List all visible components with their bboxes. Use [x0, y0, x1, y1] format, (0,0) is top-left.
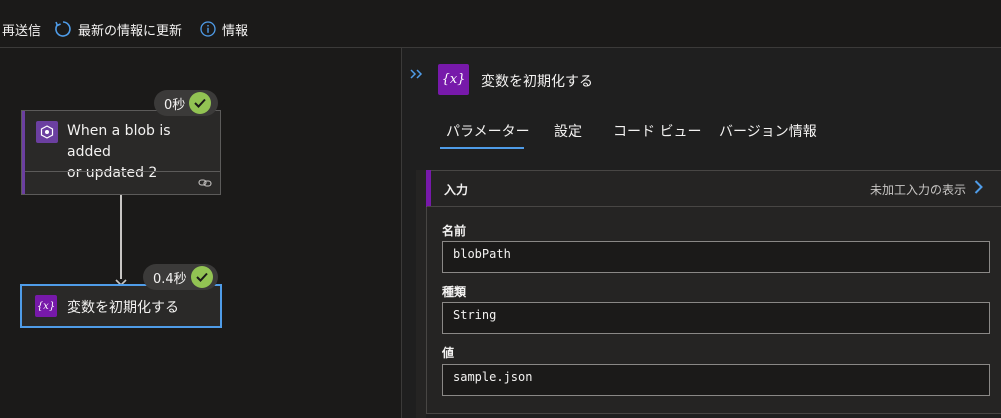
field-value-name[interactable]: blobPath — [442, 241, 990, 273]
variable-icon: {x} — [35, 295, 57, 317]
action-title: 変数を初期化する — [67, 300, 179, 316]
panel-title: 変数を初期化する — [481, 74, 593, 90]
field-label-value: 値 — [442, 346, 455, 360]
collapse-panel-icon[interactable] — [409, 68, 423, 84]
action-duration-badge: 0.4秒 — [143, 264, 218, 290]
trigger-duration: 0秒 — [164, 97, 186, 113]
info-button[interactable]: 情報 — [200, 19, 248, 39]
inputs-accent-bar — [426, 170, 431, 207]
tab-version-info[interactable]: バージョン情報 — [719, 121, 817, 141]
chevron-right-icon — [974, 180, 983, 198]
tab-parameters[interactable]: パラメーター — [446, 121, 530, 141]
show-raw-inputs-label: 未加工入力の表示 — [870, 182, 967, 197]
trigger-divider — [25, 171, 220, 172]
refresh-label: 最新の情報に更新 — [78, 23, 183, 39]
inputs-header-divider — [427, 206, 1001, 207]
resend-button[interactable]: 再送信 — [2, 19, 41, 39]
info-label: 情報 — [222, 23, 249, 39]
field-label-name: 名前 — [442, 224, 467, 238]
action-duration: 0.4秒 — [153, 271, 187, 287]
field-label-type: 種類 — [442, 285, 467, 299]
panel-variable-icon: {x} — [438, 64, 469, 95]
inputs-header-title: 入力 — [444, 183, 469, 197]
trigger-title-line2: or updated 2 — [67, 165, 158, 181]
link-icon[interactable] — [198, 177, 212, 193]
resend-label: 再送信 — [2, 23, 42, 39]
refresh-icon — [54, 20, 72, 38]
success-check-icon — [189, 92, 212, 114]
trigger-title-line1: When a blob is added — [67, 123, 171, 160]
field-value-value[interactable]: sample.json — [442, 364, 990, 396]
action-card[interactable]: {x} 変数を初期化する — [20, 284, 222, 328]
trigger-duration-badge: 0秒 — [154, 90, 218, 116]
active-tab-indicator — [440, 147, 524, 149]
trigger-card[interactable]: When a blob is added or updated 2 — [21, 110, 221, 195]
refresh-button[interactable]: 最新の情報に更新 — [54, 19, 182, 39]
trigger-accent-bar — [22, 111, 25, 194]
inputs-left-rail — [416, 170, 426, 418]
field-value-type[interactable]: String — [442, 302, 990, 334]
toolbar: 再送信 最新の情報に更新 情報 — [0, 0, 1001, 48]
info-icon — [200, 21, 216, 37]
success-check-icon — [190, 266, 213, 288]
trigger-title: When a blob is added or updated 2 — [67, 121, 217, 184]
blob-trigger-icon — [36, 121, 58, 143]
show-raw-inputs-link[interactable]: 未加工入力の表示 — [870, 180, 983, 198]
tab-settings[interactable]: 設定 — [554, 121, 582, 141]
tab-code-view[interactable]: コード ビュー — [613, 121, 701, 141]
flow-connector — [120, 195, 122, 279]
